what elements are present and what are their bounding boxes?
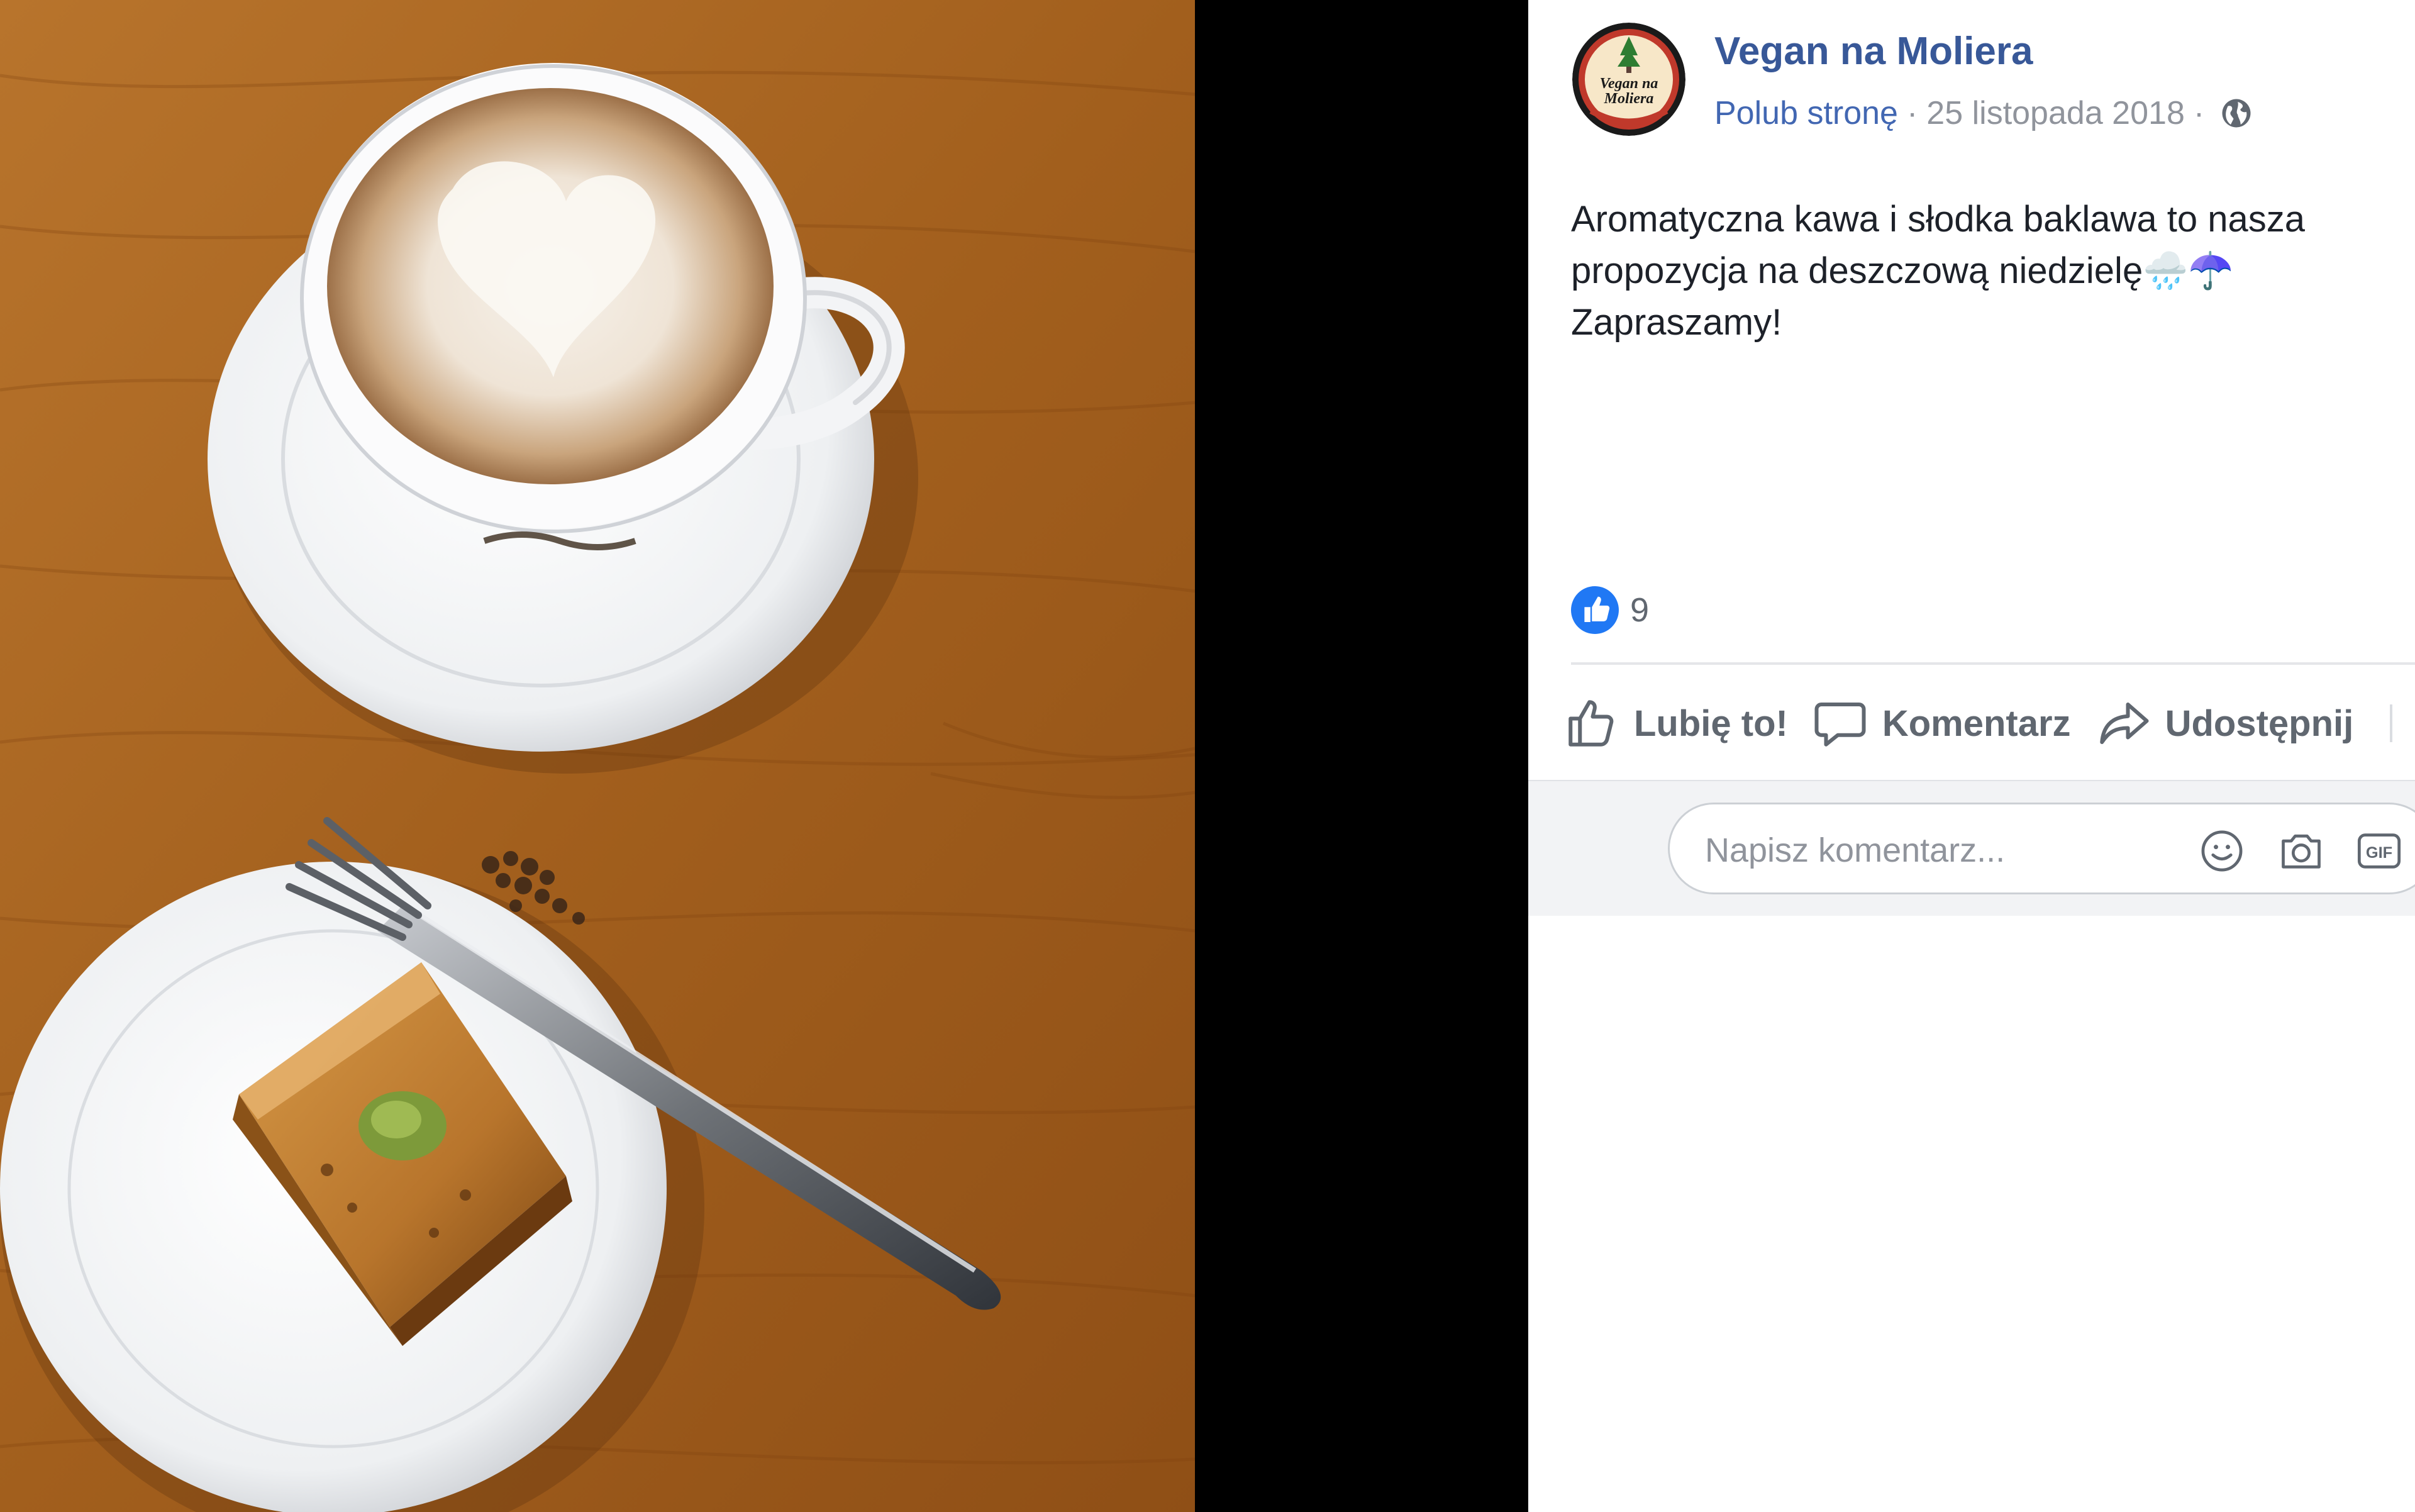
comment-button-label: Komentarz [1882,703,2071,744]
post-side-panel: Vegan na Moliera Vegan na Moliera Polub … [1528,0,2415,1512]
reactions-summary[interactable]: 9 [1571,586,1649,634]
action-bar: Lubię to! Komentarz Udostępnij [1563,689,2415,758]
logo-text-line1: Vegan na [1600,75,1658,92]
logo-text-line2: Moliera [1604,91,1654,107]
share-arrow-icon [2099,703,2149,744]
gif-icon[interactable]: GIF [2355,827,2403,875]
post-date[interactable]: 25 listopada 2018 [1926,94,2185,132]
comment-input[interactable] [1704,823,2184,877]
reaction-count: 9 [1630,591,1650,629]
share-button-label: Udostępnij [2165,703,2354,744]
photo-letterbox [1195,0,1528,1512]
post-meta: Polub stronę · 25 listopada 2018 · [1714,94,2253,132]
avatar[interactable]: Vegan na Moliera [1572,23,1685,136]
page-name-link[interactable]: Vegan na Moliera [1714,29,2033,74]
post-text-line: Aromatyczna kawa i słodka baklawa to nas… [1571,199,2306,240]
comment-box[interactable]: GIF [1668,803,2415,894]
meta-separator: · [2193,95,2205,131]
like-button-label: Lubię to! [1634,703,1788,744]
post-text-line: Zapraszamy! [1571,302,1782,343]
divider [1571,662,2415,665]
emoji-icon[interactable] [2198,827,2246,875]
share-button[interactable]: Udostępnij [2095,695,2354,752]
globe-icon[interactable] [2219,96,2253,130]
comment-bubble-icon [1814,703,1866,747]
page-logo-icon: Vegan na Moliera [1572,23,1685,136]
post-message: Aromatyczna kawa i słodka baklawa to nas… [1571,194,2401,348]
gif-label: GIF [2366,844,2392,862]
action-separator [2390,704,2393,742]
meta-separator: · [1906,95,1918,131]
post-text-line: propozycja na deszczową niedzielę🌧️☂️ [1571,250,2234,291]
like-button[interactable]: Lubię to! [1563,695,1788,752]
comment-composer: GIF [1528,780,2415,916]
camera-icon[interactable] [2277,827,2325,875]
coffee-baklava-photo [0,0,1195,1512]
thumbs-up-icon [1568,700,1614,747]
like-page-link[interactable]: Polub stronę [1714,94,1898,132]
post-photo[interactable] [0,0,1195,1512]
like-reaction-icon [1571,586,1619,634]
comment-button[interactable]: Komentarz [1812,695,2071,752]
